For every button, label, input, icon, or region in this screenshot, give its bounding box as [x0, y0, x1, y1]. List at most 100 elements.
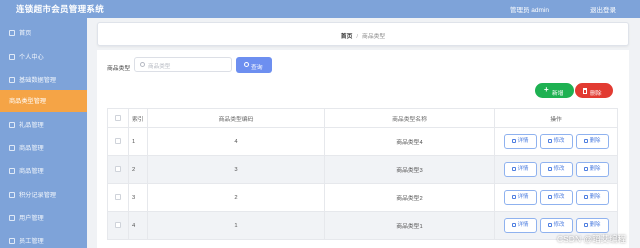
cell-code: 3 — [147, 155, 325, 184]
edit-icon — [547, 194, 552, 199]
filter-label: 商品类型 — [107, 66, 131, 72]
row-delete-button[interactable]: 删除 — [575, 162, 609, 177]
sidebar-item-product-2[interactable]: 商品管理 — [0, 160, 87, 182]
delete-label: 删除 — [589, 194, 601, 200]
cell-index: 1 — [128, 127, 148, 156]
delete-label: 删除 — [589, 222, 601, 228]
cell-ops: 详情 修改 删除 — [494, 155, 618, 184]
sidebar-item-label: 首页 — [19, 30, 32, 37]
trash-icon — [583, 138, 588, 143]
box-icon — [9, 168, 15, 174]
row-select-cell — [107, 183, 129, 212]
row-checkbox[interactable] — [115, 166, 121, 173]
list-icon — [9, 192, 15, 198]
sidebar-item-product-type[interactable]: 商品类型管理 — [0, 90, 87, 112]
grid-icon — [9, 77, 15, 83]
sidebar-item-personal-center[interactable]: 个人中心 — [0, 46, 87, 68]
select-all-checkbox[interactable] — [115, 114, 121, 121]
sidebar-item-gift[interactable]: 礼品管理 — [0, 114, 87, 136]
sidebar-item-label: 商品管理 — [19, 168, 44, 175]
delete-label: 删除 — [589, 166, 601, 172]
table-header-row: 索引 商品类型编码 商品类型名称 操作 — [107, 108, 618, 128]
sidebar-item-label: 员工管理 — [19, 238, 44, 245]
breadcrumb-home[interactable]: 首页 — [341, 34, 353, 40]
gift-icon — [9, 122, 15, 128]
sidebar-item-label: 商品类型管理 — [9, 98, 47, 105]
sidebar-item-label: 礼品管理 — [19, 122, 44, 129]
edit-icon — [547, 222, 552, 227]
cell-name: 商品类型4 — [324, 127, 495, 156]
row-select-cell — [107, 127, 129, 156]
detail-label: 详情 — [517, 138, 529, 144]
detail-button[interactable]: 详情 — [503, 162, 537, 177]
breadcrumb-separator: / — [356, 34, 359, 40]
edit-button[interactable]: 修改 — [539, 218, 573, 233]
delete-label: 删除 — [589, 138, 601, 144]
detail-button[interactable]: 详情 — [503, 218, 537, 233]
row-delete-button[interactable]: 删除 — [575, 218, 609, 233]
sidebar-item-users[interactable]: 用户管理 — [0, 207, 87, 229]
logout-link[interactable]: 退出登录 — [590, 4, 616, 14]
header-ops: 操作 — [494, 108, 618, 128]
sidebar-item-label: 积分记录管理 — [19, 192, 57, 199]
delete-button-label: 删除 — [590, 90, 602, 97]
search-placeholder: 商品类型 — [148, 64, 171, 70]
batch-delete-button[interactable]: 删除 — [575, 83, 613, 98]
table-row: 4 1 商品类型1 详情 修改 删除 — [107, 211, 618, 240]
staff-icon — [9, 238, 15, 244]
row-delete-button[interactable]: 删除 — [575, 134, 609, 149]
box-icon — [9, 145, 15, 151]
product-type-table: 索引 商品类型编码 商品类型名称 操作 1 4 商品类型4 详情 修改 删除 2 3… — [107, 108, 618, 240]
sidebar-item-home[interactable]: 首页 — [0, 22, 87, 44]
cell-name: 商品类型1 — [324, 211, 495, 240]
sidebar-item-staff[interactable]: 员工管理 — [0, 230, 87, 248]
detail-button[interactable]: 详情 — [503, 134, 537, 149]
detail-label: 详情 — [517, 222, 529, 228]
cell-index: 3 — [128, 183, 148, 212]
detail-icon — [511, 194, 516, 199]
cell-index: 4 — [128, 211, 148, 240]
sidebar-item-label: 基础数据管理 — [19, 77, 57, 84]
trash-icon — [583, 166, 588, 171]
detail-icon — [511, 138, 516, 143]
breadcrumb-current: 商品类型 — [362, 34, 386, 40]
row-checkbox[interactable] — [115, 222, 121, 229]
cell-code: 2 — [147, 183, 325, 212]
edit-label: 修改 — [553, 138, 565, 144]
query-button[interactable]: 查询 — [236, 57, 272, 73]
sidebar-item-basic-data[interactable]: 基础数据管理 — [0, 69, 87, 91]
cell-name: 商品类型3 — [324, 155, 495, 184]
detail-icon — [511, 222, 516, 227]
admin-label: 管理员 admin — [510, 7, 550, 14]
edit-icon — [547, 166, 552, 171]
edit-button[interactable]: 修改 — [539, 162, 573, 177]
row-checkbox[interactable] — [115, 138, 121, 145]
sidebar-item-label: 用户管理 — [19, 215, 44, 222]
cell-name: 商品类型2 — [324, 183, 495, 212]
sidebar-item-label: 商品管理 — [19, 145, 44, 152]
detail-button[interactable]: 详情 — [503, 190, 537, 205]
sidebar-item-points-record[interactable]: 积分记录管理 — [0, 184, 87, 206]
header-code: 商品类型编码 — [147, 108, 325, 128]
app-title: 连锁超市会员管理系统 — [16, 4, 105, 14]
trash-icon — [583, 222, 588, 227]
trash-icon — [583, 194, 588, 199]
users-icon — [9, 215, 15, 221]
watermark: CSDN @蹈艾编程 — [557, 234, 627, 244]
sidebar-item-product-1[interactable]: 商品管理 — [0, 137, 87, 159]
header-name: 商品类型名称 — [324, 108, 495, 128]
product-type-search-input[interactable]: 商品类型 — [134, 57, 232, 72]
add-button[interactable]: + 新增 — [535, 83, 574, 98]
row-select-cell — [107, 155, 129, 184]
row-delete-button[interactable]: 删除 — [575, 190, 609, 205]
search-icon — [244, 62, 249, 67]
sidebar-item-label: 个人中心 — [19, 54, 44, 61]
row-checkbox[interactable] — [115, 194, 121, 201]
row-select-cell — [107, 211, 129, 240]
edit-button[interactable]: 修改 — [539, 190, 573, 205]
table-row: 2 3 商品类型3 详情 修改 删除 — [107, 155, 618, 184]
edit-button[interactable]: 修改 — [539, 134, 573, 149]
cell-ops: 详情 修改 删除 — [494, 127, 618, 156]
detail-label: 详情 — [517, 194, 529, 200]
cell-ops: 详情 修改 删除 — [494, 183, 618, 212]
